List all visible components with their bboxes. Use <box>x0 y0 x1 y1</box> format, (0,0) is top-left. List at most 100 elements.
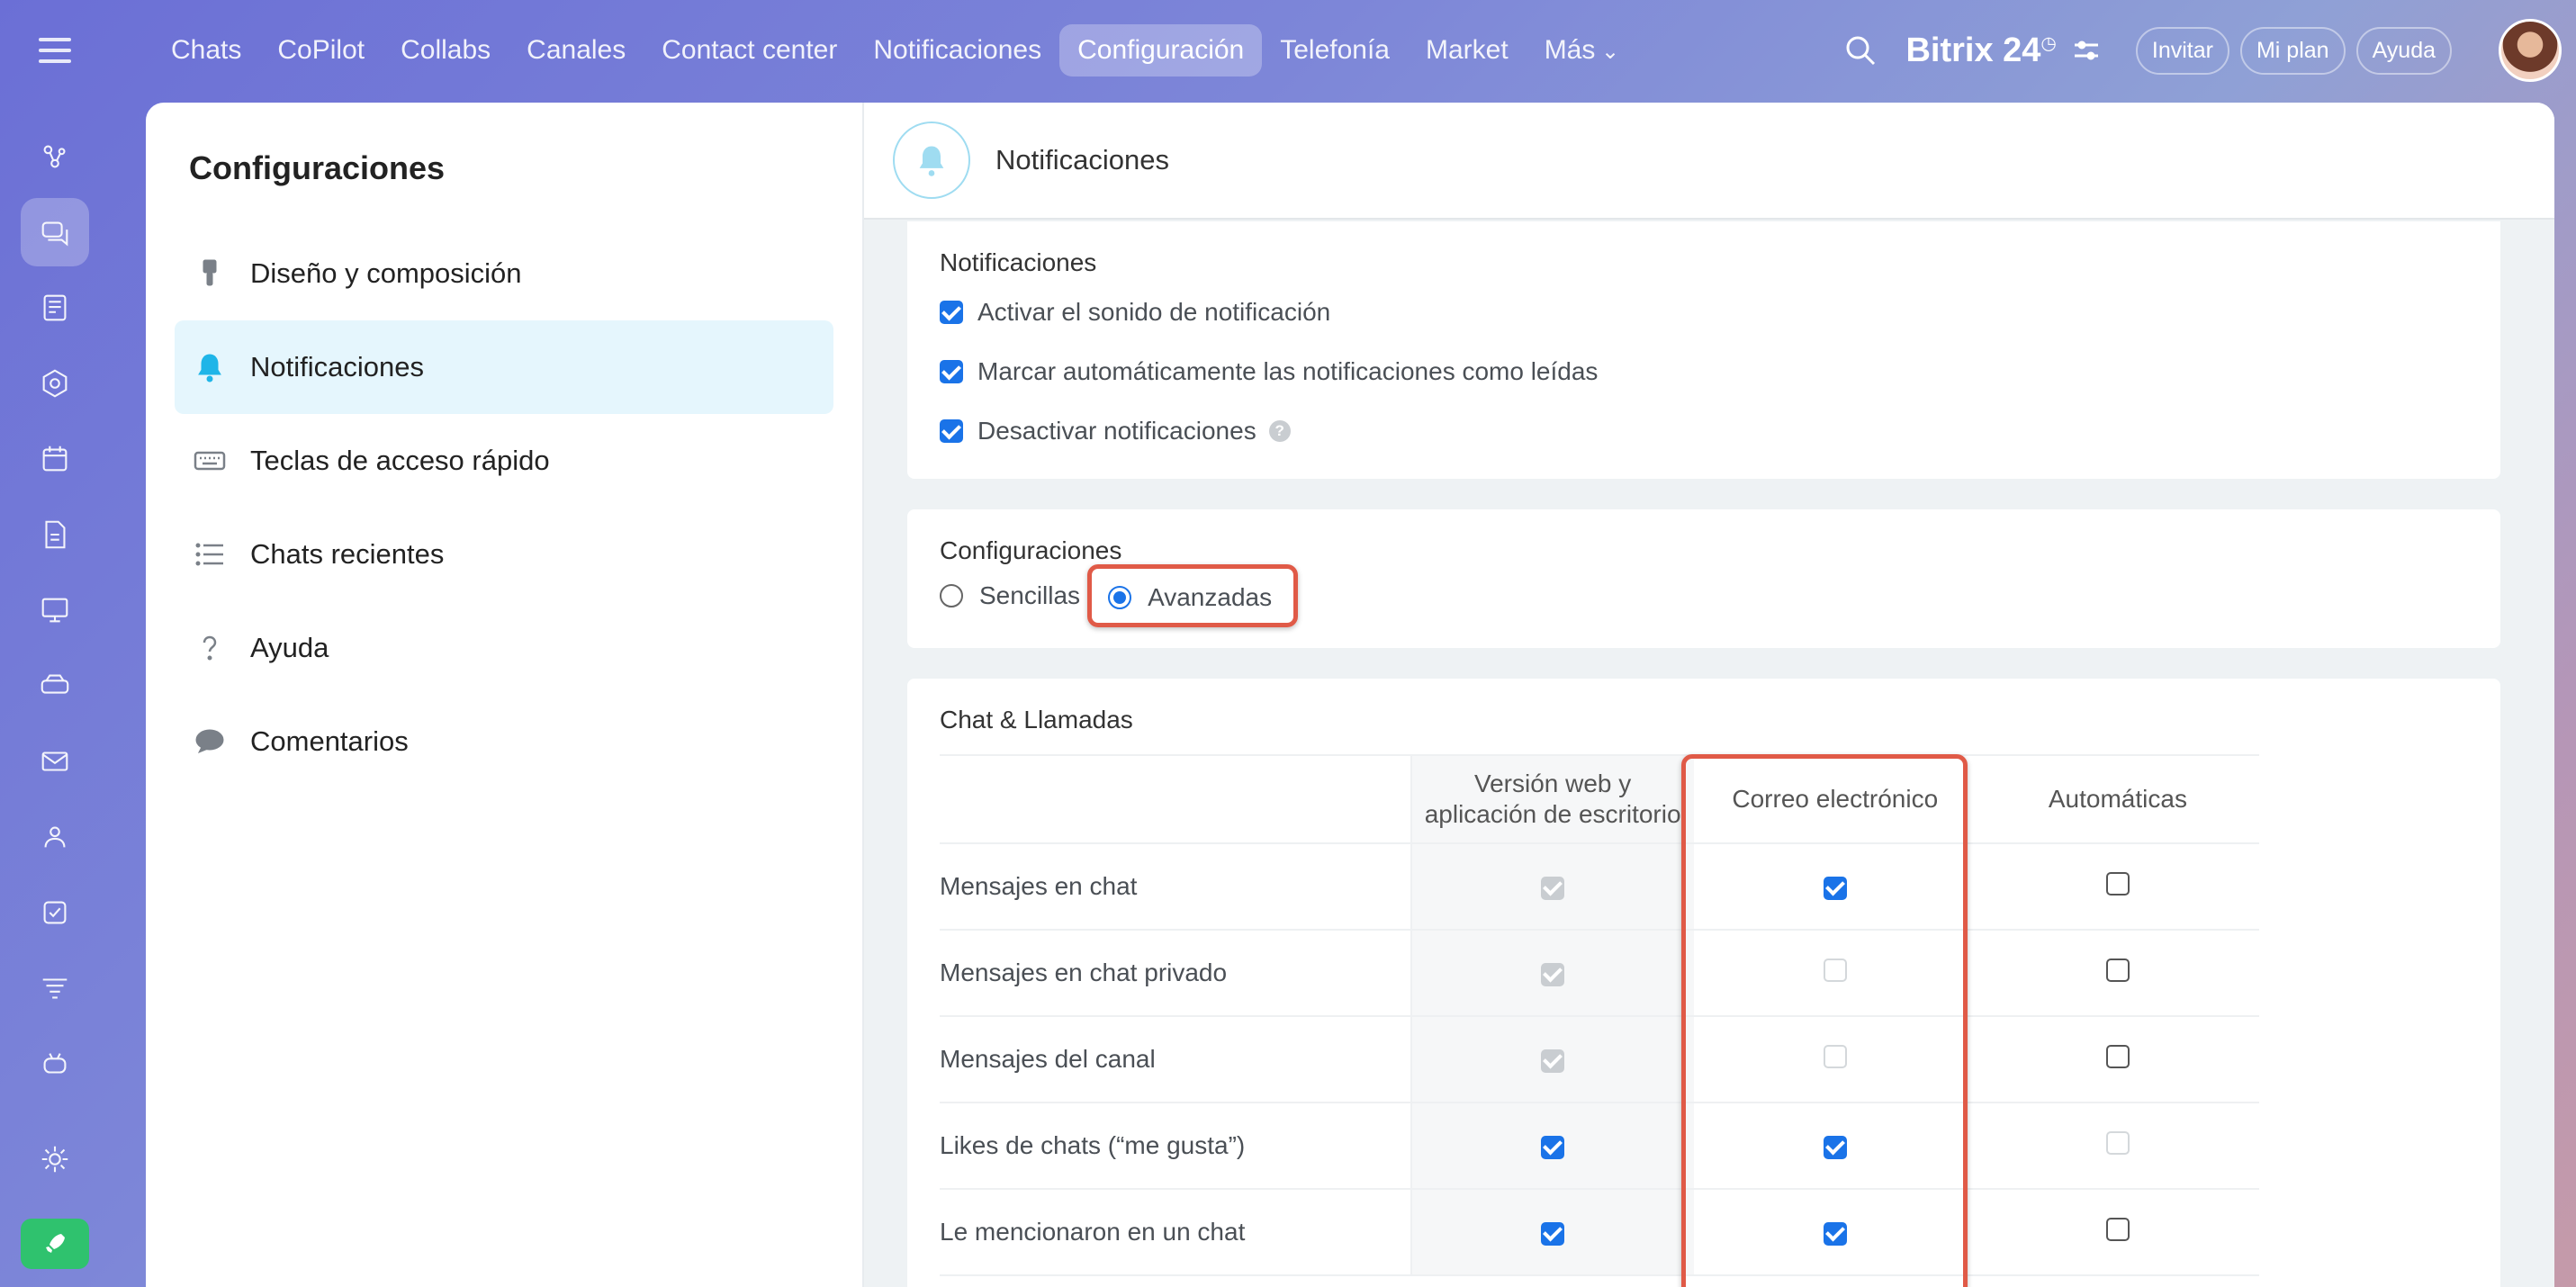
notifications-heading: Notificaciones <box>940 248 1097 276</box>
sidebar-item-feedback[interactable]: Comentarios <box>175 695 833 788</box>
robot-icon[interactable] <box>21 1030 89 1098</box>
funnel-icon[interactable] <box>21 954 89 1022</box>
sidebar-item-help[interactable]: Ayuda <box>175 601 833 695</box>
table-row: Le mencionaron en un chat <box>940 1189 2259 1276</box>
email-checkbox[interactable] <box>1823 1135 1847 1159</box>
web-checkbox <box>1541 876 1565 900</box>
group-icon[interactable] <box>21 803 89 871</box>
sidebar-item-recent-chats[interactable]: Chats recientes <box>175 508 833 601</box>
nav-chats[interactable]: Chats <box>153 24 259 76</box>
email-checkbox <box>1823 958 1847 982</box>
list-icon <box>191 536 229 573</box>
nav-notificaciones[interactable]: Notificaciones <box>855 24 1059 76</box>
help-button[interactable]: Ayuda <box>2355 26 2452 75</box>
page-title: Notificaciones <box>995 144 1169 176</box>
sidebar-item-label: Comentarios <box>250 725 409 757</box>
web-checkbox <box>1541 1048 1565 1073</box>
auto-checkbox[interactable] <box>2105 1217 2130 1241</box>
email-checkbox[interactable] <box>1823 876 1847 900</box>
nav-canales[interactable]: Canales <box>509 24 644 76</box>
sidebar-item-label: Chats recientes <box>250 538 445 570</box>
disable-checkbox[interactable] <box>940 419 963 443</box>
table-row: Likes de chats (“me gusta”) <box>940 1102 2259 1190</box>
advanced-option[interactable]: Avanzadas <box>1087 564 1299 627</box>
mail-icon[interactable] <box>21 727 89 796</box>
settings-mode-card: Configuraciones Sencillas Avanzadas <box>907 509 2500 648</box>
auto-checkbox[interactable] <box>2105 958 2130 982</box>
search-icon[interactable] <box>1842 32 1878 68</box>
invite-button[interactable]: Invitar <box>2135 26 2229 75</box>
drive-icon[interactable] <box>21 652 89 720</box>
auto-checkbox[interactable] <box>2105 1044 2130 1068</box>
advanced-label[interactable]: Avanzadas <box>1148 583 1272 612</box>
feed-icon[interactable] <box>21 274 89 342</box>
presentation-icon[interactable] <box>21 576 89 644</box>
auto-read-checkbox[interactable] <box>940 360 963 383</box>
nav-contact-center[interactable]: Contact center <box>644 24 855 76</box>
settings-heading: Configuraciones <box>940 536 1122 564</box>
auto-checkbox <box>2105 1130 2130 1155</box>
avatar[interactable] <box>2499 19 2562 82</box>
simple-radio[interactable] <box>940 584 963 608</box>
settings-gear-icon[interactable] <box>21 1125 89 1193</box>
sidebar-item-label: Diseño y composición <box>250 257 522 289</box>
column-auto: Automáticas <box>1976 754 2259 844</box>
notification-matrix: Versión web y aplicación de escritorio C… <box>940 754 2259 1276</box>
hamburger-menu-icon[interactable] <box>35 32 75 68</box>
left-rail <box>0 0 110 1287</box>
tasks-icon[interactable] <box>21 878 89 947</box>
bell-icon <box>191 348 229 386</box>
nav-copilot[interactable]: CoPilot <box>259 24 383 76</box>
option-sound[interactable]: Activar el sonido de notificación <box>940 283 2468 342</box>
nav-more[interactable]: Más <box>1527 24 1637 76</box>
messenger-icon[interactable] <box>21 198 89 266</box>
help-icon[interactable]: ? <box>1268 420 1291 442</box>
ai-flow-icon[interactable] <box>21 122 89 191</box>
sidebar-item-design[interactable]: Diseño y composición <box>175 227 833 320</box>
settings-mode-options: Sencillas Avanzadas <box>940 564 2468 627</box>
question-icon <box>191 629 229 667</box>
sliders-icon[interactable] <box>2071 35 2102 66</box>
nav-market[interactable]: Market <box>1408 24 1527 76</box>
advanced-radio[interactable] <box>1108 586 1132 609</box>
option-auto-read[interactable]: Marcar automáticamente las notificacione… <box>940 342 2468 401</box>
settings-sidebar: Configuraciones Diseño y composición Not… <box>146 103 864 1287</box>
chat-calls-heading: Chat & Llamadas <box>940 706 1133 734</box>
nav-collabs[interactable]: Collabs <box>383 24 509 76</box>
brand-logo: Bitrix 24◷ <box>1905 31 2057 69</box>
option-disable[interactable]: Desactivar notificaciones ? <box>940 401 2468 461</box>
sound-checkbox[interactable] <box>940 301 963 324</box>
column-email: Correo electrónico <box>1693 754 1977 844</box>
top-navigation: Chats CoPilot Collabs Canales Contact ce… <box>153 19 2576 82</box>
auto-checkbox[interactable] <box>2105 871 2130 896</box>
plan-button[interactable]: Mi plan <box>2239 26 2346 75</box>
bell-icon <box>893 122 970 199</box>
table-row: Mensajes en chat <box>940 843 2259 931</box>
settings-panel: Configuraciones Diseño y composición Not… <box>146 103 2554 1287</box>
sidebar-item-label: Ayuda <box>250 632 329 663</box>
content-header: Notificaciones <box>864 103 2554 220</box>
email-checkbox <box>1823 1044 1847 1068</box>
rocket-icon[interactable] <box>21 1219 89 1269</box>
sidebar-item-hotkeys[interactable]: Teclas de acceso rápido <box>175 414 833 508</box>
web-checkbox <box>1541 962 1565 986</box>
nav-telefonia[interactable]: Telefonía <box>1262 24 1408 76</box>
simple-label[interactable]: Sencillas <box>979 581 1080 610</box>
keyboard-icon <box>191 442 229 480</box>
nav-configuracion[interactable]: Configuración <box>1059 24 1263 76</box>
web-checkbox[interactable] <box>1541 1221 1565 1246</box>
sidebar-title: Configuraciones <box>189 149 446 186</box>
empty-header <box>940 754 1411 844</box>
web-checkbox[interactable] <box>1541 1135 1565 1159</box>
document-icon[interactable] <box>21 500 89 569</box>
table-row: Mensajes en chat privado <box>940 930 2259 1017</box>
calendar-icon[interactable] <box>21 425 89 493</box>
email-checkbox[interactable] <box>1823 1221 1847 1246</box>
content-area: Notificaciones Notificaciones Activar el… <box>864 103 2554 1287</box>
chat-calls-card: Chat & Llamadas Versión web y aplicación… <box>907 679 2500 1287</box>
hexagon-icon[interactable] <box>21 349 89 418</box>
column-web: Versión web y aplicación de escritorio <box>1410 754 1694 844</box>
comment-icon <box>191 723 229 760</box>
sidebar-item-notifications[interactable]: Notificaciones <box>175 320 833 414</box>
brush-icon <box>191 255 229 292</box>
